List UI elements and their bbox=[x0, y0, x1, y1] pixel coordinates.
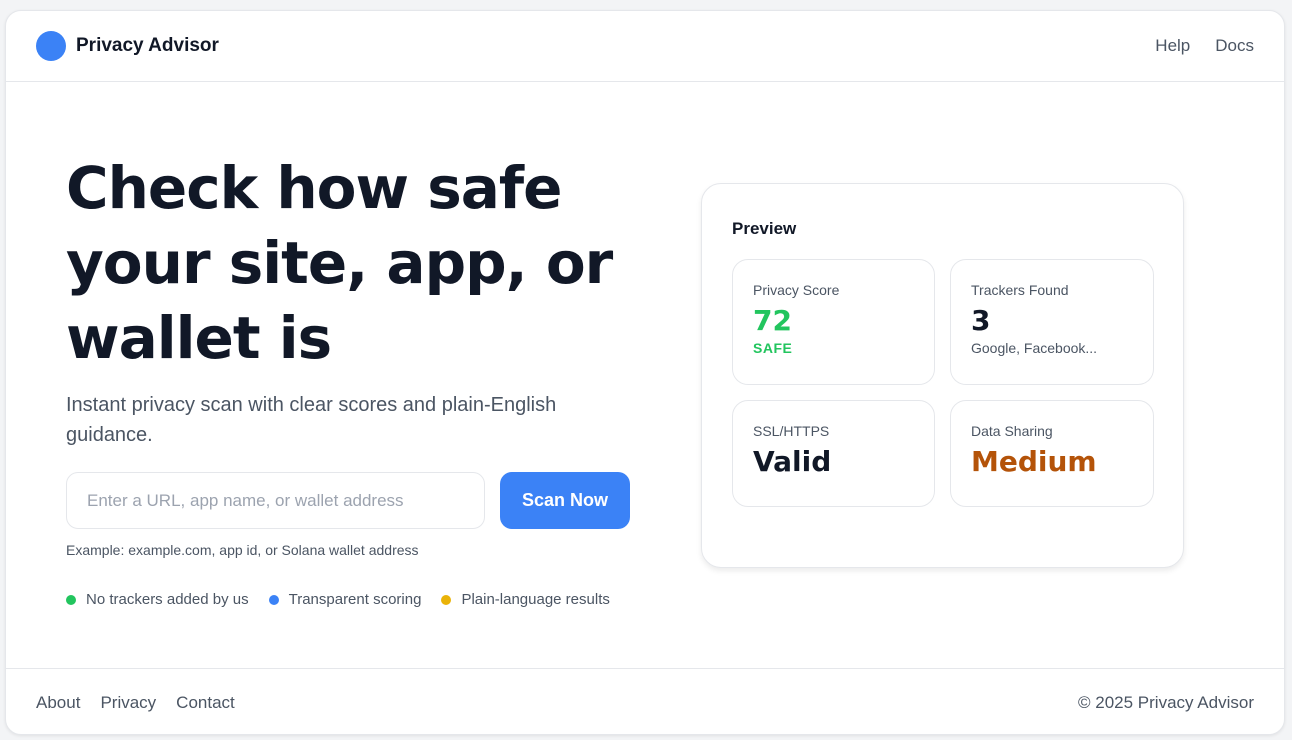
ssl-https-card: SSL/HTTPS Valid bbox=[732, 400, 935, 507]
top-nav: Help Docs bbox=[1155, 36, 1254, 56]
footer-contact-link[interactable]: Contact bbox=[176, 693, 235, 713]
top-header: Privacy Advisor Help Docs bbox=[6, 11, 1284, 82]
feature-list: No trackers added by us Transparent scor… bbox=[66, 591, 610, 608]
card-label: SSL/HTTPS bbox=[753, 423, 830, 439]
preview-title: Preview bbox=[732, 219, 797, 238]
brand[interactable]: Privacy Advisor bbox=[36, 31, 219, 61]
nav-docs-link[interactable]: Docs bbox=[1215, 36, 1254, 56]
nav-help-link[interactable]: Help bbox=[1155, 36, 1190, 56]
yellow-dot-icon bbox=[441, 594, 452, 605]
trackers-found-card: Trackers Found 3 Google, Facebook... bbox=[950, 259, 1154, 385]
scan-form: Scan Now bbox=[66, 472, 630, 529]
footer-privacy-link[interactable]: Privacy bbox=[100, 693, 156, 713]
hero-title-line: your site, app, or bbox=[66, 229, 613, 297]
card-label: Privacy Score bbox=[753, 282, 840, 298]
example-hint: Example: example.com, app id, or Solana … bbox=[66, 542, 419, 558]
page-footer: About Privacy Contact © 2025 Privacy Adv… bbox=[6, 668, 1284, 734]
privacy-score-value: 72 bbox=[753, 304, 792, 337]
privacy-score-card: Privacy Score 72 SAFE bbox=[732, 259, 935, 385]
status-badge: SAFE bbox=[753, 340, 793, 356]
feature-label: Plain-language results bbox=[461, 591, 610, 608]
hero-title-line: Check how safe bbox=[66, 154, 562, 222]
hero-title-line: wallet is bbox=[66, 304, 332, 372]
brand-name: Privacy Advisor bbox=[76, 35, 219, 56]
hero-section: Check how safe your site, app, or wallet… bbox=[66, 151, 646, 450]
ssl-status-value: Valid bbox=[753, 445, 832, 478]
hero-subtitle: Instant privacy scan with clear scores a… bbox=[66, 394, 557, 446]
feature-item: Transparent scoring bbox=[268, 591, 422, 608]
feature-label: No trackers added by us bbox=[86, 591, 249, 608]
hero-title: Check how safe your site, app, or wallet… bbox=[66, 151, 646, 376]
trackers-list: Google, Facebook... bbox=[971, 340, 1098, 356]
feature-item: Plain-language results bbox=[441, 591, 610, 608]
card-label: Data Sharing bbox=[971, 423, 1053, 439]
footer-about-link[interactable]: About bbox=[36, 693, 80, 713]
footer-links: About Privacy Contact bbox=[36, 693, 235, 713]
app-frame: Privacy Advisor Help Docs Check how safe… bbox=[5, 10, 1285, 735]
data-sharing-value: Medium bbox=[971, 445, 1097, 478]
scan-input[interactable] bbox=[66, 472, 485, 529]
copyright: © 2025 Privacy Advisor bbox=[1078, 692, 1254, 712]
feature-item: No trackers added by us bbox=[66, 591, 249, 608]
green-dot-icon bbox=[66, 594, 76, 605]
blue-dot-icon bbox=[268, 594, 279, 605]
card-label: Trackers Found bbox=[971, 282, 1069, 298]
data-sharing-card: Data Sharing Medium bbox=[950, 400, 1154, 507]
scan-now-button[interactable]: Scan Now bbox=[500, 472, 630, 529]
feature-label: Transparent scoring bbox=[288, 591, 422, 608]
trackers-count-value: 3 bbox=[971, 304, 991, 337]
preview-panel: Preview Privacy Score 72 SAFE Trackers F… bbox=[701, 183, 1184, 568]
logo-icon bbox=[36, 31, 66, 61]
